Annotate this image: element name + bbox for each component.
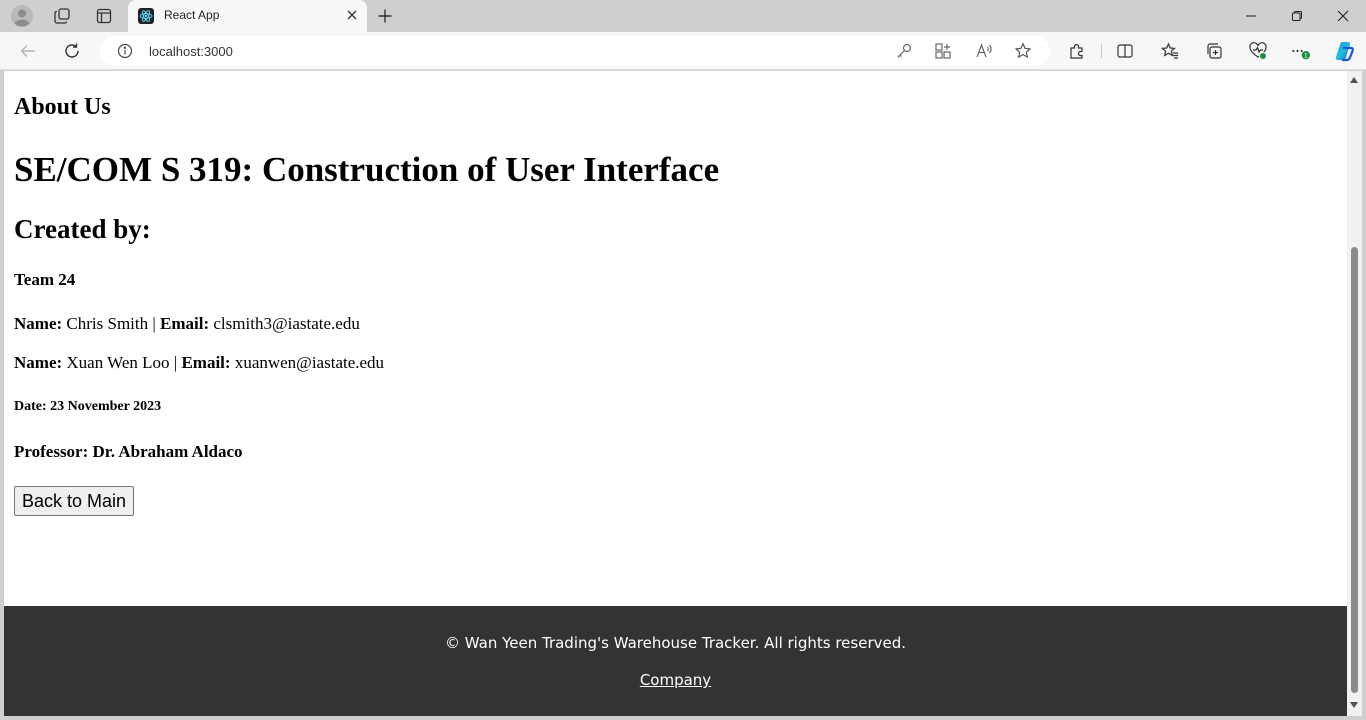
date-label: Date: 23 November 2023 [14,399,162,414]
name-label: Name: [14,353,63,372]
address-bar[interactable]: localhost:3000 [100,36,1050,66]
name-label: Name: [14,314,63,333]
more-icon[interactable]: 1 [1290,41,1310,61]
member-row: Name: Xuan Wen Loo | Email: xuanwen@iast… [14,353,384,373]
window-close-icon[interactable] [1320,0,1366,32]
split-screen-icon[interactable] [1115,41,1135,61]
favorites-icon[interactable] [1160,41,1180,61]
copilot-icon[interactable] [1332,39,1356,63]
email-label: Email: [181,353,231,372]
url-text[interactable]: localhost:3000 [149,44,233,59]
browser-essentials-icon[interactable] [1248,41,1268,61]
footer-copyright: © Wan Yeen Trading's Warehouse Tracker. … [444,634,906,652]
team-label: Team 24 [14,270,76,289]
close-icon[interactable] [345,8,359,22]
created-by-heading: Created by: [14,214,151,244]
member-separator: | [173,353,178,372]
back-icon[interactable] [15,39,41,63]
restore-icon[interactable] [1274,0,1320,32]
read-aloud-icon[interactable] [975,42,993,60]
page-footer: © Wan Yeen Trading's Warehouse Tracker. … [4,606,1347,716]
minimize-icon[interactable] [1228,0,1274,32]
refresh-icon[interactable] [59,39,85,63]
plus-icon[interactable] [372,4,398,28]
active-tab[interactable]: React App [128,0,367,32]
favorite-star-icon[interactable] [1014,42,1032,60]
member-row: Name: Chris Smith | Email: clsmith3@iast… [14,314,360,334]
key-icon[interactable] [895,42,913,60]
member-email: clsmith3@iastate.edu [213,314,360,333]
browser-toolbar: localhost:3000 1 [0,32,1366,70]
profile-icon[interactable] [8,4,36,28]
email-label: Email: [160,314,210,333]
course-title: SE/COM S 319: Construction of User Inter… [14,150,720,189]
professor-label: Professor: Dr. Abraham Aldaco [14,442,243,461]
member-email: xuanwen@iastate.edu [234,353,385,372]
more-badge: 1 [1304,53,1308,60]
member-name: Xuan Wen Loo [66,353,170,372]
page-content: About Us SE/COM S 319: Construction of U… [4,71,1347,716]
scroll-down-arrow-icon[interactable] [1350,702,1358,708]
scroll-up-arrow-icon[interactable] [1350,77,1358,83]
scrollbar-thumb[interactable] [1351,247,1358,693]
extensions-icon[interactable] [1067,41,1087,61]
collections-icon[interactable] [1204,41,1224,61]
react-favicon-icon [138,8,154,24]
tab-actions-icon[interactable] [90,4,118,28]
toolbar-separator [1101,44,1102,58]
tab-bar: React App [0,0,1366,32]
apps-icon[interactable] [934,42,952,60]
workspaces-icon[interactable] [48,4,76,28]
footer-company-link[interactable]: Company [4,671,1347,689]
window-border-bottom [0,716,1366,720]
member-separator: | [152,314,156,333]
page-scrollbar[interactable] [1347,71,1362,716]
about-heading: About Us [14,94,111,120]
info-icon[interactable] [117,43,133,59]
tab-title: React App [164,8,220,22]
back-to-main-button[interactable]: Back to Main [14,486,135,516]
member-name: Chris Smith [66,314,149,333]
window-border-right [1362,71,1366,720]
